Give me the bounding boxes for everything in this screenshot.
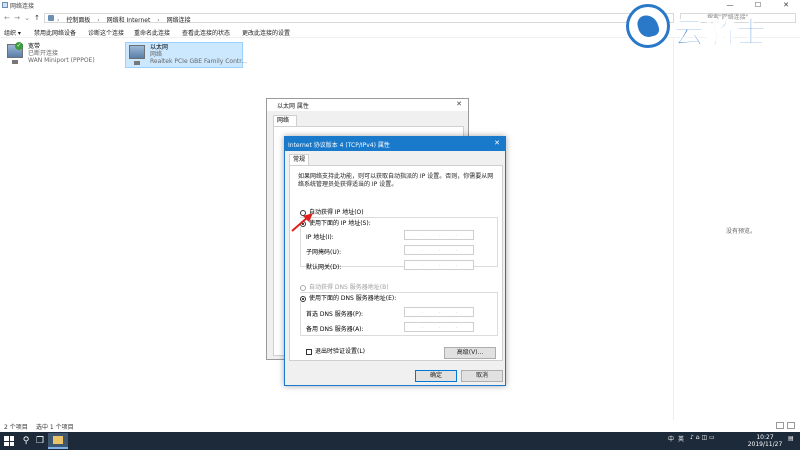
breadcrumb-separator: › [97,17,100,24]
clock-date: 2019/11/27 [747,441,783,448]
disable-device-button[interactable]: 禁用此网络设备 [34,28,76,37]
tray-ime-indicator[interactable]: 中 [668,434,674,443]
subnet-mask-label: 子网掩码(U): [306,249,342,256]
diagnose-button[interactable]: 诊断这个连接 [88,28,124,37]
check-icon: ✓ [15,42,23,50]
organize-menu[interactable]: 组织 ▾ [4,28,21,37]
ok-button[interactable]: 确定 [415,370,457,382]
general-panel: 如果网络支持此功能，则可以获取自动指派的 IP 设置。否则，你需要从网络系统管理… [289,165,503,361]
brand-logo-text: 云骑士 [674,16,767,52]
control-panel-icon [48,15,54,21]
taskbar-explorer-app[interactable] [48,433,68,449]
brand-logo: 云骑士 [624,2,794,52]
connection-device: WAN Miniport (PPPOE) [28,57,95,64]
dialog-close-icon[interactable]: ✕ [456,100,462,108]
checkbox-icon [306,348,312,355]
recent-locations-chevron-icon[interactable]: ⌄ [22,12,32,24]
taskbar: ⚲ ❐ 中 英 ♪ ⌂ ◫ ▭ 10:27 2019/11/27 ▤ [0,432,800,450]
back-arrow-icon[interactable]: ← [2,12,12,24]
red-pointer-arrow-icon [291,213,313,232]
network-folder-icon [2,2,8,8]
window-title: 网络连接 [10,3,35,10]
tab-general[interactable]: 常规 [289,154,309,165]
ip-manual-label: 使用下面的 IP 地址(S): [309,220,371,227]
network-adapter-icon [129,45,145,65]
preferred-dns-label: 首选 DNS 服务器(P): [306,311,364,318]
tray-icons[interactable]: ♪ ⌂ ◫ ▭ [690,434,715,441]
advanced-button[interactable]: 高级(V)... [444,347,496,359]
ip-auto-label: 自动获得 IP 地址(O) [309,209,364,216]
dialog-close-icon[interactable]: ✕ [494,139,500,147]
subnet-mask-field[interactable]: ... [404,245,474,255]
status-bar: 2 个项目 选中 1 个项目 [0,421,800,431]
change-settings-button[interactable]: 更改此连接的设置 [242,28,290,37]
radio-selected-icon [300,295,306,302]
breadcrumb-separator: › [57,17,60,24]
connection-item-ethernet[interactable]: 以太网 网络 Realtek PCIe GBE Family Contr... [125,42,247,68]
breadcrumb-separator: › [157,17,160,24]
connection-status: 网络 [150,51,163,58]
ip-address-label: IP 地址(I): [306,234,334,241]
ipv4-properties-dialog: Internet 协议版本 4 (TCP/IPv4) 属性 ✕ 常规 如果网络支… [284,136,506,386]
taskbar-clock[interactable]: 10:27 2019/11/27 [745,434,785,448]
details-view-icon[interactable] [776,422,784,429]
task-view-icon[interactable]: ❐ [34,435,46,447]
ip-address-field[interactable]: ... [404,230,474,240]
dns-manual-label: 使用下面的 DNS 服务器地址(E): [309,295,397,302]
radio-icon [300,284,306,291]
connection-name: 宽带 [28,43,41,50]
forward-arrow-icon[interactable]: → [12,12,22,24]
description-text: 如果网络支持此功能，则可以获取自动指派的 IP 设置。否则，你需要从网络系统管理… [298,173,494,188]
breadcrumb-item-network-connections[interactable]: 网络连接 [167,17,191,24]
view-status-button[interactable]: 查看此连接的状态 [182,28,230,37]
validate-on-exit-label: 退出时验证设置(L) [315,348,366,355]
connection-status: 已断开连接 [28,50,59,57]
rename-button[interactable]: 重命名此连接 [134,28,170,37]
large-icons-view-icon[interactable] [787,422,795,429]
breadcrumb-item-network-internet[interactable]: 网络和 Internet [107,17,151,24]
tab-network[interactable]: 网络 [273,115,297,126]
dialog-title-bar: 以太网 属性 ✕ [267,99,468,111]
connection-device: Realtek PCIe GBE Family Contr... [150,58,247,65]
breadcrumb: › 控制面板 › 网络和 Internet › 网络连接 [57,15,196,24]
breadcrumb-item-control-panel[interactable]: 控制面板 [66,17,90,24]
address-box[interactable]: › 控制面板 › 网络和 Internet › 网络连接 [44,13,674,24]
dialog-title: 以太网 属性 [277,103,309,110]
tray-language-indicator[interactable]: 英 [678,434,684,443]
windows-start-icon[interactable] [4,436,14,446]
details-pane: 没有预览。 [673,38,800,420]
dialog-title: Internet 协议版本 4 (TCP/IPv4) 属性 [288,142,390,149]
default-gateway-label: 默认网关(D): [306,264,342,271]
dialog-title-bar: Internet 协议版本 4 (TCP/IPv4) 属性 ✕ [285,137,505,151]
connection-item-broadband[interactable]: ✓ 宽带 已断开连接 WAN Miniport (PPPOE) [4,42,114,68]
validate-on-exit-checkbox[interactable]: 退出时验证设置(L) [306,346,365,355]
item-count: 2 个项目 [4,424,28,431]
alternate-dns-label: 备用 DNS 服务器(A): [306,326,364,333]
default-gateway-field[interactable]: ... [404,260,474,270]
up-arrow-icon[interactable]: ↑ [32,12,42,24]
cancel-button[interactable]: 取消 [461,370,503,382]
clock-time: 10:27 [756,434,774,441]
alternate-dns-field[interactable]: ... [404,322,474,332]
no-preview-message: 没有预览。 [726,228,757,235]
connection-name: 以太网 [150,44,169,51]
dns-manual-radio[interactable]: 使用下面的 DNS 服务器地址(E): [300,293,399,302]
dns-auto-radio[interactable]: 自动获得 DNS 服务器地址(B) [300,282,389,291]
notification-icon[interactable]: ▤ [788,435,794,442]
selected-count: 选中 1 个项目 [36,424,74,431]
knight-logo-icon [626,4,670,48]
dns-auto-label: 自动获得 DNS 服务器地址(B) [309,284,389,291]
preferred-dns-field[interactable]: ... [404,307,474,317]
search-icon[interactable]: ⚲ [20,435,32,447]
